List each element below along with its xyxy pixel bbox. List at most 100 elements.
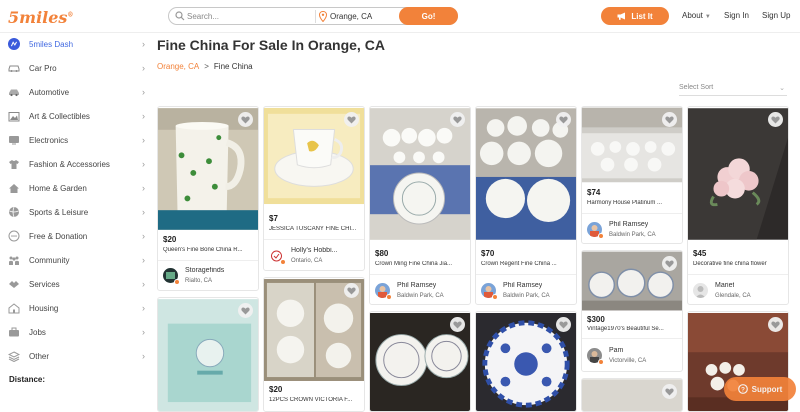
sidebar-item-community[interactable]: Community ›: [0, 250, 150, 270]
listing-card[interactable]: $20 12PCS CROWN VICTORIA F...: [263, 277, 365, 412]
chevron-right-icon: ›: [142, 39, 145, 49]
listing-title: Queen's Fine Bone China R...: [163, 247, 243, 253]
search-input[interactable]: [187, 10, 313, 23]
sidebar-label: Free & Donation: [29, 231, 88, 241]
listing-card[interactable]: $80 Crown Ming Fine China Jia... Phil Ra…: [369, 106, 471, 305]
sidebar-item-car-pro[interactable]: Car Pro ›: [0, 58, 150, 78]
listing-price: $80: [375, 249, 389, 258]
favorite-heart-icon[interactable]: [450, 112, 465, 127]
chevron-right-icon: ›: [142, 327, 145, 337]
seller-name: Mariet: [715, 282, 735, 289]
location-input[interactable]: [330, 10, 400, 23]
sidebar-label: Car Pro: [29, 63, 57, 73]
listing-title: 12PCS CROWN VICTORIA F...: [269, 397, 353, 403]
support-label: Support: [751, 384, 783, 394]
sidebar-label: Housing: [29, 303, 59, 313]
sidebar-label: Sports & Leisure: [29, 207, 89, 217]
location-pin-icon: [319, 11, 327, 22]
favorite-heart-icon[interactable]: [662, 112, 677, 127]
card-divider: [582, 213, 682, 214]
dash-icon: [8, 38, 20, 50]
seller-location: Baldwin Park, CA: [609, 232, 656, 238]
listing-card[interactable]: $45 Decorative fine china flower Mariet …: [687, 106, 789, 305]
favorite-heart-icon[interactable]: [344, 283, 359, 298]
sidebar-item-sports-leisure[interactable]: Sports & Leisure ›: [0, 202, 150, 222]
favorite-heart-icon[interactable]: [238, 112, 253, 127]
sidebar-item-5miles-dash[interactable]: 5miles Dash ›: [0, 34, 150, 54]
sidebar-item-housing[interactable]: Housing ›: [0, 298, 150, 318]
about-menu[interactable]: About ▼: [682, 11, 711, 20]
automotive-icon: [8, 86, 20, 98]
breadcrumb-location-link[interactable]: Orange, CA: [157, 62, 199, 71]
seller-name: Phil Ramsey: [609, 221, 649, 228]
card-divider: [264, 239, 364, 240]
car-icon: [8, 62, 20, 74]
chevron-down-icon: ⌄: [779, 85, 785, 92]
sports-icon: [8, 206, 20, 218]
favorite-heart-icon[interactable]: [556, 317, 571, 332]
list-it-button[interactable]: List It: [601, 7, 669, 25]
chevron-right-icon: ›: [142, 207, 145, 217]
card-divider: [370, 274, 470, 275]
favorite-heart-icon[interactable]: [768, 112, 783, 127]
listing-title: Vintage1970's Beautiful Se...: [587, 326, 664, 332]
sidebar-item-art-collectibles[interactable]: Art & Collectibles ›: [0, 106, 150, 126]
listing-price: $7: [269, 214, 278, 223]
listing-card[interactable]: [475, 311, 577, 412]
breadcrumb: Orange, CA > Fine China: [157, 62, 253, 71]
favorite-heart-icon[interactable]: [662, 384, 677, 399]
listing-title: Harmony House Platinum ...: [587, 200, 663, 206]
sidebar-item-other[interactable]: Other ›: [0, 346, 150, 366]
listing-title: Crown Ming Fine China Jia...: [375, 261, 453, 267]
listing-card[interactable]: [369, 311, 471, 412]
sidebar-item-services[interactable]: Services ›: [0, 274, 150, 294]
sort-select[interactable]: Select Sort ⌄: [679, 84, 787, 96]
sign-up-link[interactable]: Sign Up: [762, 11, 790, 20]
favorite-heart-icon[interactable]: [662, 256, 677, 271]
favorite-heart-icon[interactable]: [556, 112, 571, 127]
top-header: 5miles® Go! List It About▼ Sign In Sign …: [0, 0, 800, 33]
chevron-right-icon: ›: [142, 231, 145, 241]
listing-card[interactable]: [581, 378, 683, 412]
sign-in-link[interactable]: Sign In: [724, 11, 749, 20]
sidebar-label: Home & Garden: [29, 183, 87, 193]
listing-card[interactable]: [157, 297, 259, 412]
megaphone-icon: [617, 12, 626, 20]
sidebar-item-fashion-accessories[interactable]: Fashion & Accessories ›: [0, 154, 150, 174]
sidebar-label: Community: [29, 255, 70, 265]
chevron-right-icon: ›: [142, 159, 145, 169]
product-image: [370, 108, 470, 240]
search-icon: [175, 11, 185, 21]
sidebar-item-jobs[interactable]: Jobs ›: [0, 322, 150, 342]
sidebar-label: 5miles Dash: [29, 39, 74, 49]
community-icon: [8, 254, 20, 266]
sidebar-item-home-garden[interactable]: Home & Garden ›: [0, 178, 150, 198]
chevron-right-icon: ›: [142, 183, 145, 193]
seller-name: Phil Ramsey: [503, 282, 543, 289]
listing-price: $45: [693, 249, 707, 258]
listing-price: $300: [587, 315, 605, 324]
favorite-heart-icon[interactable]: [450, 317, 465, 332]
sidebar-item-free-donation[interactable]: Free & Donation ›: [0, 226, 150, 246]
listing-card[interactable]: $20 Queen's Fine Bone China R... Storage…: [157, 106, 259, 291]
logo[interactable]: 5miles®: [8, 8, 73, 27]
product-image: [688, 108, 788, 240]
category-sidebar: 5miles Dash › Car Pro › Automotive › Art…: [0, 34, 150, 406]
sidebar-item-automotive[interactable]: Automotive ›: [0, 82, 150, 102]
list-it-label: List It: [631, 11, 653, 21]
go-button[interactable]: Go!: [399, 7, 458, 25]
services-icon: [8, 278, 20, 290]
sidebar-label: Other: [29, 351, 50, 361]
verified-badge-icon: [598, 359, 604, 365]
other-icon: [8, 350, 20, 362]
listing-card[interactable]: $300 Vintage1970's Beautiful Se... Pam V…: [581, 250, 683, 372]
donation-icon: [8, 230, 20, 242]
favorite-heart-icon[interactable]: [238, 303, 253, 318]
support-button[interactable]: ? Support: [724, 377, 796, 401]
listing-card[interactable]: $70 Crown Regent Fine China ... Phil Ram…: [475, 106, 577, 305]
favorite-heart-icon[interactable]: [768, 317, 783, 332]
sidebar-item-electronics[interactable]: Electronics ›: [0, 130, 150, 150]
favorite-heart-icon[interactable]: [344, 112, 359, 127]
listing-card[interactable]: $7 JESSICA TUSCANY FINE CHI... Holly's H…: [263, 106, 365, 271]
listing-card[interactable]: $74 Harmony House Platinum ... Phil Rams…: [581, 106, 683, 244]
